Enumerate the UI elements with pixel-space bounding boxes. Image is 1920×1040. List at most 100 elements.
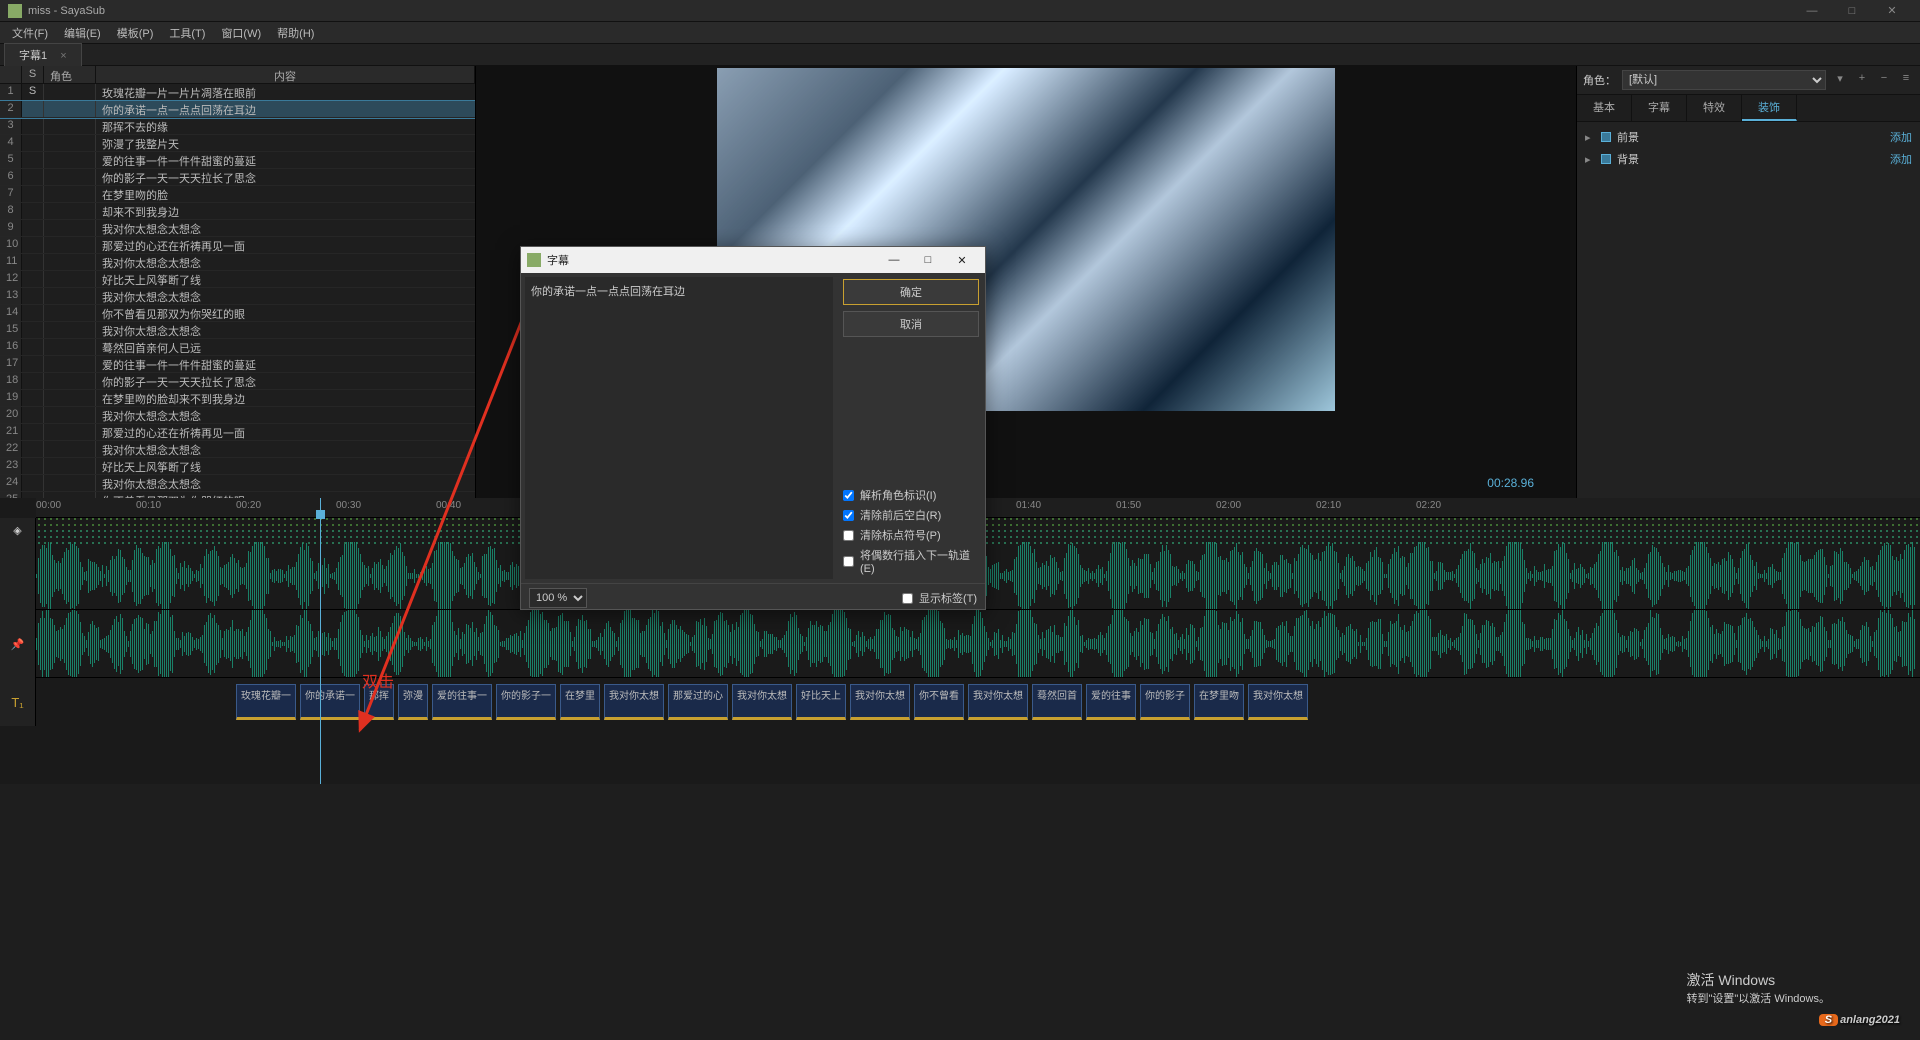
role-select[interactable]: [默认] — [1622, 70, 1826, 90]
property-body: ▸ 前景 添加 ▸ 背景 添加 — [1577, 122, 1920, 174]
table-row[interactable]: 6你的影子一天一天天拉长了思念 — [0, 169, 475, 186]
time-tick: 02:00 — [1216, 500, 1241, 511]
checkbox-icon[interactable] — [1601, 154, 1611, 164]
dialog-option[interactable]: 解析角色标识(I) — [843, 485, 979, 505]
table-row[interactable]: 2你的承诺一点一点点回荡在耳边 — [0, 101, 475, 118]
table-row[interactable]: 14你不曾看见那双为你哭红的眼 — [0, 305, 475, 322]
table-row[interactable]: 23好比天上风筝断了线 — [0, 458, 475, 475]
table-row[interactable]: 5爱的往事一件一件件甜蜜的蔓延 — [0, 152, 475, 169]
dialog-minimize-icon[interactable]: — — [877, 254, 911, 266]
cancel-button[interactable]: 取消 — [843, 311, 979, 337]
menu-edit[interactable]: 编辑(E) — [56, 23, 109, 43]
expand-icon[interactable]: ▸ — [1585, 153, 1595, 166]
table-row[interactable]: 13我对你太想念太想念 — [0, 288, 475, 305]
table-row[interactable]: 19在梦里吻的脸却来不到我身边 — [0, 390, 475, 407]
table-row[interactable]: 1S玫瑰花瓣一片一片片凋落在眼前 — [0, 84, 475, 101]
subtitle-clip[interactable]: 我对你太想 — [732, 684, 792, 720]
subtitle-clip[interactable]: 我对你太想 — [1248, 684, 1308, 720]
role-expand-icon[interactable]: ▾ — [1832, 72, 1848, 88]
subtitle-clip[interactable]: 在梦里吻 — [1194, 684, 1244, 720]
clip-track[interactable]: 玫瑰花瓣一你的承诺一那挥弥漫爱的往事一你的影子一在梦里我对你太想那爱过的心我对你… — [36, 678, 1920, 726]
col-s[interactable]: S — [22, 66, 44, 83]
subtitle-clip[interactable]: 我对你太想 — [850, 684, 910, 720]
tab-close-icon[interactable]: × — [60, 50, 66, 62]
add-link[interactable]: 添加 — [1890, 151, 1912, 167]
subtitle-clip[interactable]: 我对你太想 — [968, 684, 1028, 720]
table-row[interactable]: 20我对你太想念太想念 — [0, 407, 475, 424]
role-add-icon[interactable]: + — [1854, 72, 1870, 88]
table-row[interactable]: 9我对你太想念太想念 — [0, 220, 475, 237]
table-row[interactable]: 11我对你太想念太想念 — [0, 254, 475, 271]
wave-track-1-head[interactable] — [0, 542, 36, 610]
subtitle-clip[interactable]: 蓦然回首 — [1032, 684, 1082, 720]
prop-background[interactable]: ▸ 背景 添加 — [1581, 148, 1916, 170]
table-row[interactable]: 8却来不到我身边 — [0, 203, 475, 220]
table-row[interactable]: 16蓦然回首亲何人已远 — [0, 339, 475, 356]
subtitle-clip[interactable]: 你的承诺一 — [300, 684, 360, 720]
dialog-maximize-icon[interactable]: □ — [911, 254, 945, 266]
subtitle-clip[interactable]: 爱的往事一 — [432, 684, 492, 720]
dialog-option[interactable]: 清除标点符号(P) — [843, 525, 979, 545]
table-body[interactable]: 1S玫瑰花瓣一片一片片凋落在眼前2你的承诺一点一点点回荡在耳边3那挥不去的缘4弥… — [0, 84, 475, 498]
tab-basic[interactable]: 基本 — [1577, 95, 1632, 121]
expand-icon[interactable]: ▸ — [1585, 131, 1595, 144]
subtitle-clip[interactable]: 你的影子一 — [496, 684, 556, 720]
zoom-select[interactable]: 100 % — [529, 588, 587, 608]
maximize-button[interactable]: □ — [1832, 0, 1872, 22]
table-header: S 角色 内容 — [0, 66, 475, 84]
subtitle-clip[interactable]: 你不曾看 — [914, 684, 964, 720]
table-row[interactable]: 22我对你太想念太想念 — [0, 441, 475, 458]
role-remove-icon[interactable]: − — [1876, 72, 1892, 88]
subtitle-clip[interactable]: 好比天上 — [796, 684, 846, 720]
show-label-check[interactable]: 显示标签(T) — [902, 588, 977, 608]
wave-track-2-head[interactable]: 📌 — [0, 610, 36, 678]
tab-subtitle[interactable]: 字幕 — [1632, 95, 1687, 121]
prop-foreground[interactable]: ▸ 前景 添加 — [1581, 126, 1916, 148]
subtitle-clip[interactable]: 玫瑰花瓣一 — [236, 684, 296, 720]
subtitle-textarea[interactable] — [525, 277, 833, 579]
menu-window[interactable]: 窗口(W) — [213, 23, 269, 43]
playhead[interactable] — [320, 498, 321, 784]
ok-button[interactable]: 确定 — [843, 279, 979, 305]
prop-label: 前景 — [1617, 129, 1639, 145]
subtitle-clip[interactable]: 弥漫 — [398, 684, 428, 720]
app-icon — [8, 4, 22, 18]
tab-subtitle-1[interactable]: 字幕1 × — [4, 43, 82, 66]
subtitle-clip[interactable]: 你的影子 — [1140, 684, 1190, 720]
titlebar: miss - SayaSub — □ ✕ — [0, 0, 1920, 22]
subtitle-clip[interactable]: 在梦里 — [560, 684, 600, 720]
tab-effect[interactable]: 特效 — [1687, 95, 1742, 121]
subtitle-clip[interactable]: 那爱过的心 — [668, 684, 728, 720]
subtitle-clip[interactable]: 我对你太想 — [604, 684, 664, 720]
table-row[interactable]: 18你的影子一天一天天拉长了思念 — [0, 373, 475, 390]
close-button[interactable]: ✕ — [1872, 0, 1912, 22]
menu-tools[interactable]: 工具(T) — [161, 23, 213, 43]
table-row[interactable]: 17爱的往事一件一件件甜蜜的蔓延 — [0, 356, 475, 373]
table-row[interactable]: 12好比天上风筝断了线 — [0, 271, 475, 288]
role-menu-icon[interactable]: ≡ — [1898, 72, 1914, 88]
dialog-titlebar[interactable]: 字幕 — □ ✕ — [521, 247, 985, 273]
menu-help[interactable]: 帮助(H) — [269, 23, 322, 43]
table-row[interactable]: 15我对你太想念太想念 — [0, 322, 475, 339]
menu-template[interactable]: 模板(P) — [109, 23, 162, 43]
subtitle-clip[interactable]: 爱的往事 — [1086, 684, 1136, 720]
table-row[interactable]: 3那挥不去的缘 — [0, 118, 475, 135]
table-row[interactable]: 4弥漫了我整片天 — [0, 135, 475, 152]
table-row[interactable]: 21那爱过的心还在祈祷再见一面 — [0, 424, 475, 441]
clip-track-head[interactable]: T₁ — [0, 678, 36, 726]
dialog-close-icon[interactable]: ✕ — [945, 254, 979, 267]
tab-decoration[interactable]: 装饰 — [1742, 95, 1797, 121]
waveform-track-2[interactable] — [36, 610, 1920, 678]
menu-file[interactable]: 文件(F) — [4, 23, 56, 43]
checkbox-icon[interactable] — [1601, 132, 1611, 142]
table-row[interactable]: 10那爱过的心还在祈祷再见一面 — [0, 237, 475, 254]
time-tick: 02:20 — [1416, 500, 1441, 511]
col-content[interactable]: 内容 — [96, 66, 475, 83]
add-link[interactable]: 添加 — [1890, 129, 1912, 145]
dialog-option[interactable]: 清除前后空白(R) — [843, 505, 979, 525]
minimize-button[interactable]: — — [1792, 0, 1832, 22]
table-row[interactable]: 7在梦里吻的脸 — [0, 186, 475, 203]
col-role[interactable]: 角色 — [44, 66, 96, 83]
dialog-option[interactable]: 将偶数行插入下一轨道(E) — [843, 545, 979, 577]
table-row[interactable]: 24我对你太想念太想念 — [0, 475, 475, 492]
